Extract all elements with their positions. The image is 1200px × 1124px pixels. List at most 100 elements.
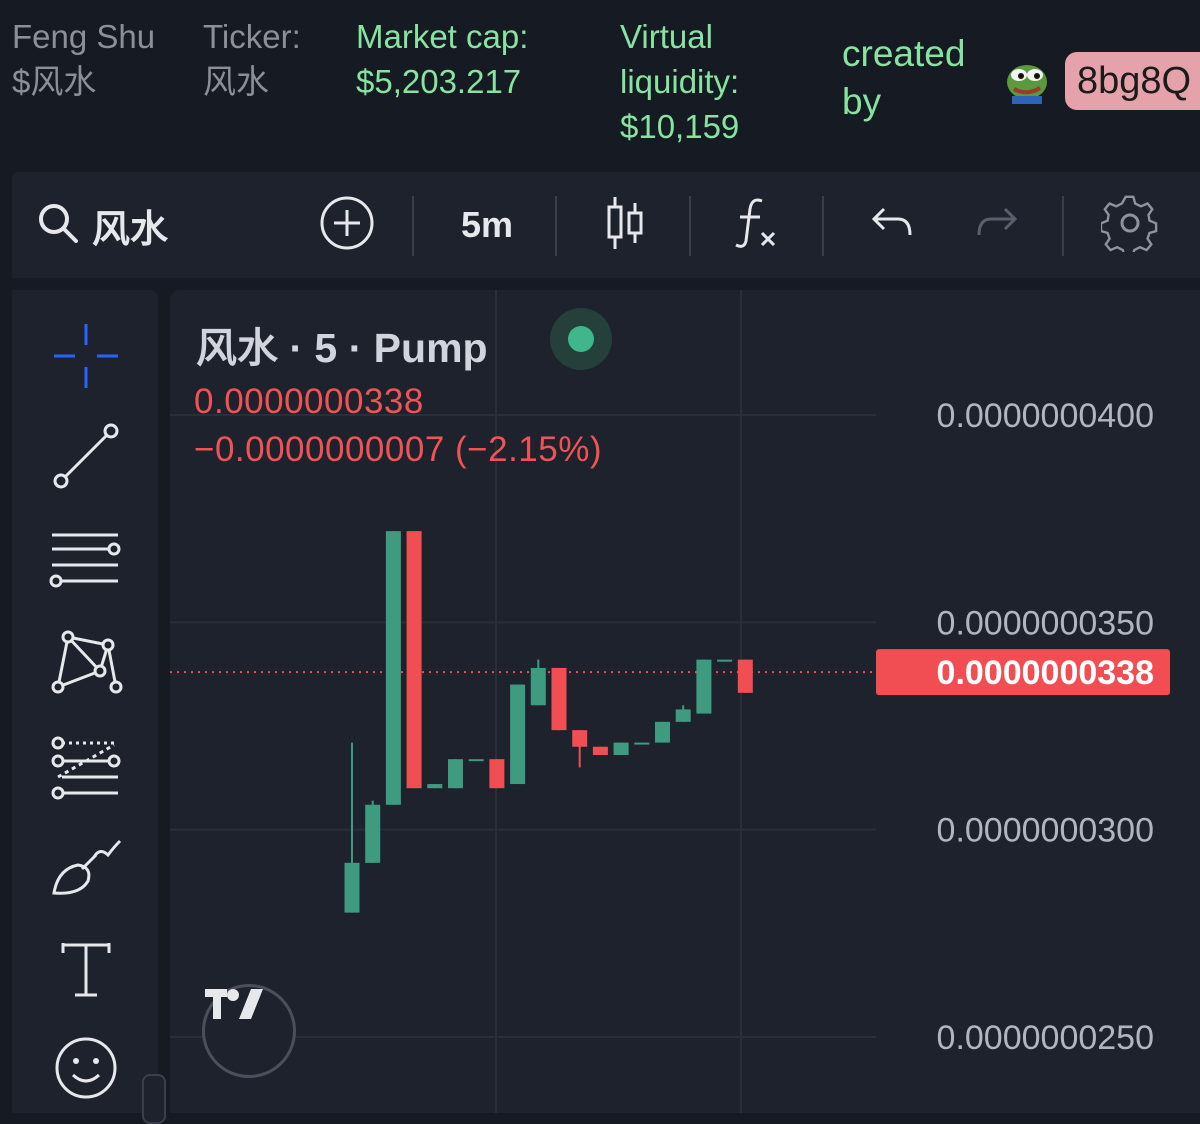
indicators-button[interactable]	[732, 172, 782, 278]
brush-tool[interactable]	[48, 832, 124, 908]
toolbar-divider	[1062, 196, 1064, 256]
candle-body	[717, 659, 733, 662]
candle-body	[344, 862, 360, 913]
pepe-frog-avatar-icon[interactable]	[1004, 58, 1050, 104]
compare-symbol-button[interactable]	[317, 172, 377, 278]
text-tool[interactable]	[48, 934, 124, 1010]
pattern-tool[interactable]	[48, 626, 124, 702]
created-by-label: created by	[842, 33, 966, 122]
candle	[468, 759, 484, 762]
candle	[634, 742, 650, 745]
trend-line-icon	[51, 421, 121, 496]
candle-body	[489, 759, 505, 789]
trend-line-tool[interactable]	[48, 420, 124, 496]
candle	[655, 721, 670, 743]
candle-body	[613, 742, 629, 756]
candle	[406, 531, 422, 789]
chart-symbol-title: 风水 · 5 · Pump	[196, 325, 488, 371]
market-cap-value: $5,203.217	[356, 63, 522, 100]
legend-price: 0.0000000338	[194, 382, 424, 421]
symbol-label: 风水	[92, 208, 169, 251]
candle-body	[737, 659, 753, 693]
candle	[365, 800, 381, 863]
interval-label: 5m	[460, 204, 514, 245]
candle	[675, 705, 691, 722]
undo-icon	[870, 205, 914, 246]
emoji-tool[interactable]	[48, 1032, 124, 1108]
candle	[530, 659, 546, 706]
candle-body	[675, 709, 691, 722]
candle	[344, 742, 360, 913]
candle-body	[406, 531, 422, 789]
candle-body	[448, 759, 463, 789]
y-axis-tick-label: 0.0000000350	[937, 604, 1154, 642]
candle	[613, 742, 629, 756]
settings-icon	[1099, 194, 1159, 258]
toolbar-divider	[822, 196, 824, 256]
candle	[551, 667, 567, 731]
toolbar-divider	[689, 196, 691, 256]
emoji-icon	[51, 1033, 121, 1108]
legend-change: −0.0000000007 (−2.15%)	[194, 430, 602, 469]
search-icon	[36, 201, 80, 250]
toolbar-divider	[555, 196, 557, 256]
y-axis-tick-label: 0.0000000400	[937, 397, 1154, 435]
candle	[717, 659, 733, 662]
candle-body	[592, 746, 608, 756]
ticker-value: 风水	[203, 63, 269, 100]
candle-body	[696, 659, 712, 714]
candle	[448, 759, 463, 789]
symbol-search-button[interactable]: 风水	[36, 172, 168, 278]
undo-button[interactable]	[867, 172, 917, 278]
candle	[572, 730, 588, 768]
y-axis-tick-label: 0.0000000300	[937, 812, 1154, 850]
candlestick-icon	[603, 195, 647, 256]
creator-address-badge[interactable]: 8bg8Q	[1065, 52, 1200, 110]
fib-icon	[48, 731, 124, 806]
last-price-label: 0.0000000338	[937, 654, 1154, 692]
candle	[592, 746, 608, 756]
candle-body	[427, 784, 443, 789]
redo-icon	[975, 205, 1019, 246]
liquidity-value: $10,159	[620, 108, 740, 145]
candle	[696, 659, 712, 714]
y-axis-tick-label: 0.0000000250	[937, 1019, 1154, 1057]
candle-body	[510, 684, 526, 785]
status-dot-icon	[568, 326, 594, 352]
crosshair-tool[interactable]	[48, 320, 124, 396]
collapse-toolbar-button[interactable]	[142, 1074, 166, 1124]
token-info-header: Feng Shu $风水 Ticker: 风水 Market cap: $5,2…	[0, 0, 1200, 168]
candle	[489, 759, 505, 789]
candle-body	[365, 804, 381, 863]
pattern-icon	[48, 627, 124, 702]
token-name: Feng Shu $风水	[12, 18, 156, 100]
ticker-block: Ticker: 风水	[203, 14, 343, 104]
liquidity-block: Virtual liquidity: $10,159	[620, 14, 810, 149]
candle-body	[551, 667, 567, 731]
candle	[427, 784, 443, 789]
redo-button[interactable]	[972, 172, 1022, 278]
liquidity-label: Virtual liquidity:	[620, 18, 740, 100]
market-cap-block: Market cap: $5,203.217	[356, 14, 596, 104]
market-cap-label: Market cap:	[356, 18, 529, 55]
candle-body	[530, 667, 546, 706]
add-symbol-icon	[319, 195, 375, 256]
horizontal-lines-tool[interactable]	[48, 522, 124, 598]
ticker-label: Ticker:	[203, 18, 301, 55]
price-chart[interactable]: 0.0000000400 0.0000000350 0.0000000300 0.00…	[170, 290, 1200, 1113]
brush-icon	[48, 833, 124, 908]
interval-button[interactable]: 5m	[442, 172, 532, 278]
candle-body	[468, 759, 484, 762]
crosshair-icon	[51, 321, 121, 396]
candle	[510, 684, 526, 785]
horizontal-lines-icon	[48, 523, 124, 598]
chart-toolbar: 风水 5m	[12, 172, 1200, 278]
tradingview-logo-icon[interactable]	[202, 984, 296, 1078]
candle-body	[385, 531, 401, 805]
indicators-icon	[732, 195, 782, 256]
market-status-indicator[interactable]	[550, 308, 612, 370]
fib-tool[interactable]	[48, 730, 124, 806]
chart-type-button[interactable]	[600, 172, 650, 278]
candle-body	[634, 742, 650, 745]
settings-button[interactable]	[1099, 172, 1160, 278]
